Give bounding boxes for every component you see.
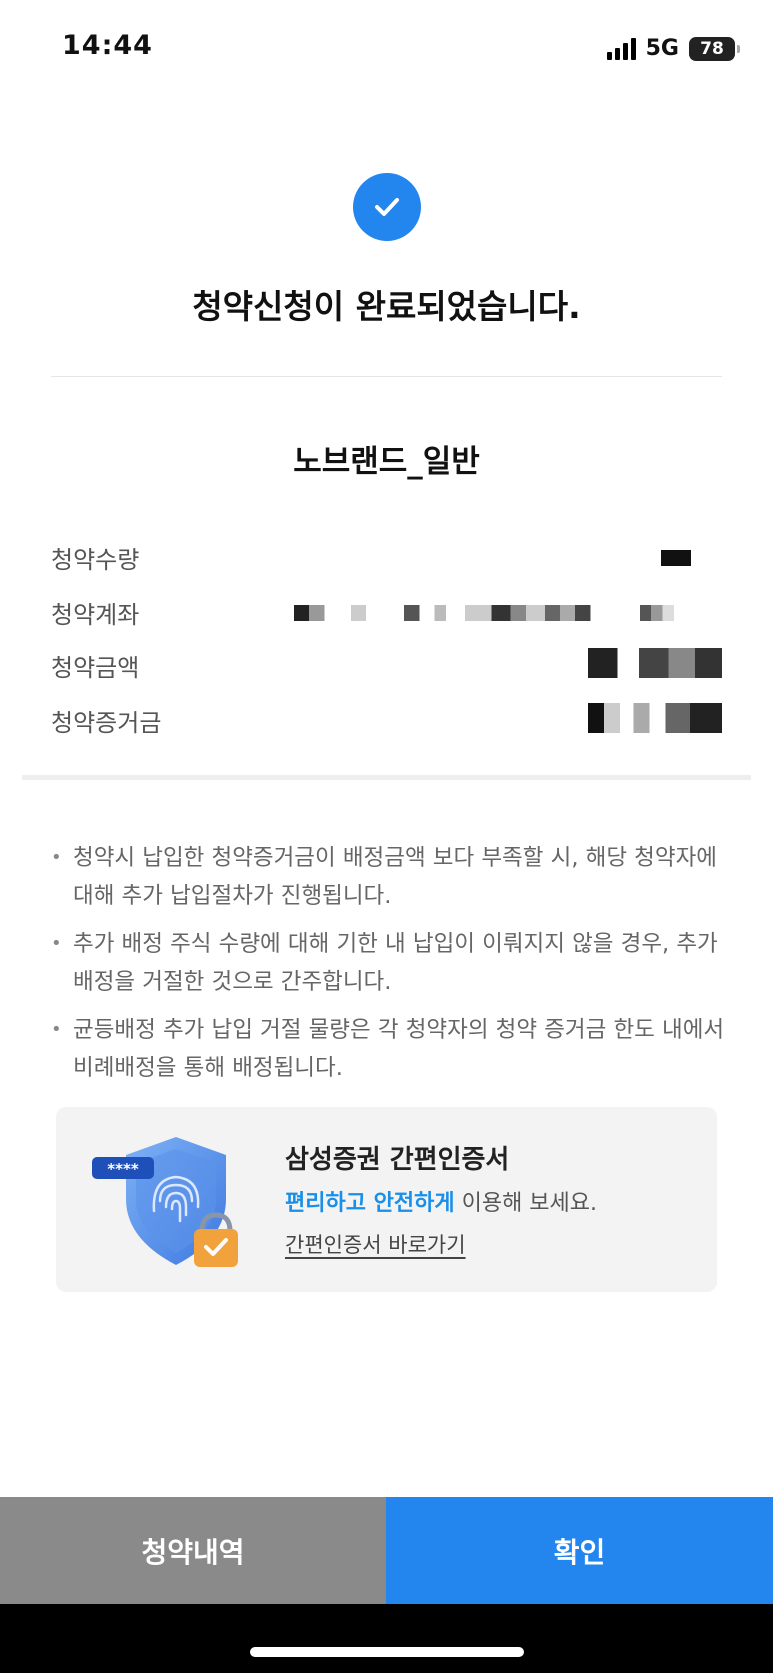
completion-title: 청약신청이 완료되었습니다.	[192, 287, 581, 326]
network-type: 5G	[645, 36, 679, 61]
cert-banner-desc-rest: 이용해 보세요.	[454, 1191, 598, 1216]
cellular-signal-icon	[606, 37, 636, 60]
cert-shortcut-link[interactable]: 간편인증서 바로가기	[285, 1229, 466, 1259]
subscription-history-button[interactable]: 청약내역	[0, 1497, 386, 1604]
detail-row-account: 청약계좌	[51, 595, 722, 635]
card-badge-text: ****	[107, 1160, 139, 1178]
shield-fingerprint-icon: ****	[86, 1127, 266, 1277]
status-bar: 14:44 5G 78	[0, 0, 773, 100]
battery-icon: 78	[689, 36, 740, 61]
redacted-value	[661, 550, 691, 566]
stock-name: 노브랜드_일반	[293, 444, 480, 480]
redacted-value	[294, 605, 674, 621]
notice-item: 청약시 납입한 청약증거금이 배정금액 보다 부족할 시, 해당 청약자에 대해…	[51, 839, 731, 915]
cert-banner-title: 삼성증권 간편인증서	[285, 1145, 510, 1175]
home-indicator-area	[0, 1604, 773, 1673]
cert-banner[interactable]: **** 삼성증권 간편인증서 편리하고 안전하게 이용해 보세요. 간편인증서…	[56, 1107, 717, 1292]
redacted-value	[588, 703, 722, 733]
section-divider	[22, 775, 751, 780]
notice-item: 추가 배정 주식 수량에 대해 기한 내 납입이 이뤄지지 않을 경우, 추가 …	[51, 925, 731, 1001]
redacted-value	[588, 648, 722, 678]
confirm-button[interactable]: 확인	[386, 1497, 773, 1604]
notice-item: 균등배정 추가 납입 거절 물량은 각 청약자의 청약 증거금 한도 내에서 비…	[51, 1011, 731, 1087]
detail-row-deposit: 청약증거금	[51, 703, 722, 743]
cert-banner-highlight: 편리하고 안전하게	[285, 1191, 455, 1216]
detail-row-quantity: 청약수량	[51, 540, 722, 580]
status-time: 14:44	[62, 30, 153, 61]
success-check-icon	[353, 173, 421, 241]
detail-label: 청약계좌	[51, 601, 140, 629]
detail-label: 청약금액	[51, 654, 140, 682]
detail-label: 청약수량	[51, 546, 140, 574]
status-indicators: 5G 78	[606, 36, 740, 61]
detail-row-amount: 청약금액	[51, 648, 722, 688]
detail-label: 청약증거금	[51, 709, 162, 737]
home-indicator[interactable]	[250, 1647, 524, 1657]
cert-banner-description: 편리하고 안전하게 이용해 보세요.	[285, 1185, 597, 1217]
divider	[51, 376, 722, 377]
